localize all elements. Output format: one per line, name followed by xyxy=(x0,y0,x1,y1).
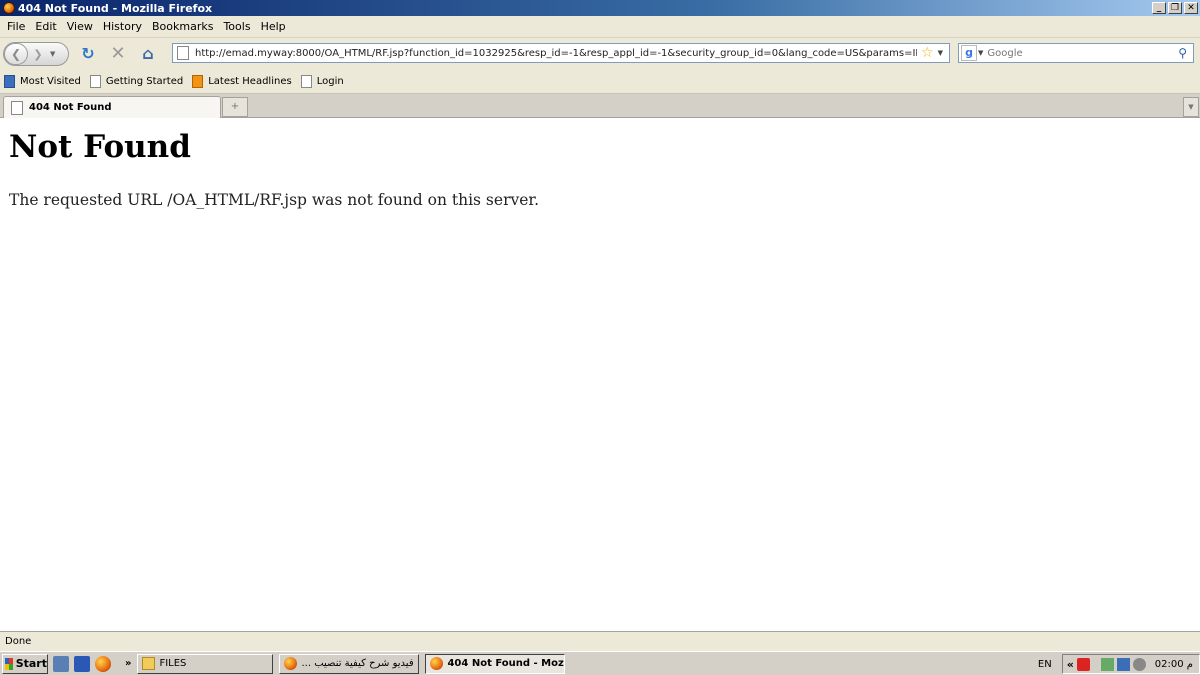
volume-tray-icon[interactable] xyxy=(1132,657,1146,671)
tab-label: 404 Not Found xyxy=(29,102,112,113)
notification-area: « 02:00 م xyxy=(1061,654,1200,674)
menu-help[interactable]: Help xyxy=(258,20,293,33)
reload-icon[interactable]: ↻ xyxy=(77,43,99,65)
most-visited-icon xyxy=(4,75,15,88)
google-engine-icon[interactable]: g xyxy=(961,45,977,61)
navigation-toolbar: ❮ ❯ ▼ ↻ ✕ ⌂ http://emad.myway:8000/OA_HT… xyxy=(0,38,1200,70)
rss-feed-icon xyxy=(192,75,204,88)
network-tray-icon[interactable] xyxy=(1116,657,1130,671)
page-icon xyxy=(89,75,101,88)
new-tab-button[interactable]: + xyxy=(222,97,248,117)
back-forward-group: ❮ ❯ ▼ xyxy=(3,42,69,66)
firefox-icon xyxy=(284,657,298,670)
quicklaunch-chevron-icon[interactable]: » xyxy=(125,658,131,669)
clock[interactable]: 02:00 م xyxy=(1155,659,1193,670)
menu-file[interactable]: File xyxy=(4,20,32,33)
bookmark-label: Login xyxy=(316,76,344,87)
firefox-icon xyxy=(430,657,444,670)
search-bar[interactable]: g ▼ ⚲ xyxy=(958,43,1194,63)
taskbar: Start » FILES ... فيديو شرح كيفية تنصيب … xyxy=(0,651,1200,675)
folder-icon xyxy=(142,657,156,670)
forward-button[interactable]: ❯ xyxy=(28,48,48,61)
firefox-quicklaunch-icon[interactable] xyxy=(95,655,111,672)
window-title-bar: 404 Not Found - Mozilla Firefox _ ❐ ✕ xyxy=(0,0,1200,16)
battery-tray-icon[interactable] xyxy=(1100,657,1114,671)
menu-bookmarks[interactable]: Bookmarks xyxy=(149,20,220,33)
task-label: FILES xyxy=(159,658,187,669)
system-tray: EN « 02:00 م xyxy=(1038,654,1200,674)
firefox-icon xyxy=(3,2,15,14)
task-label: ... فيديو شرح كيفية تنصيب xyxy=(301,658,414,669)
menu-bar: File Edit View History Bookmarks Tools H… xyxy=(0,16,1200,38)
stop-icon[interactable]: ✕ xyxy=(107,43,129,65)
bookmark-getting-started[interactable]: Getting Started xyxy=(89,75,184,88)
menu-history[interactable]: History xyxy=(100,20,149,33)
desktop-quicklaunch-icon[interactable] xyxy=(74,655,90,672)
bookmarks-toolbar: Most Visited Getting Started Latest Head… xyxy=(0,70,1200,94)
bookmark-most-visited[interactable]: Most Visited xyxy=(4,75,81,88)
search-input[interactable] xyxy=(987,47,1179,59)
restore-button[interactable]: ❐ xyxy=(1168,2,1182,14)
task-label: 404 Not Found - Mozill... xyxy=(447,658,566,669)
bookmark-star-icon[interactable]: ☆ xyxy=(921,45,934,61)
network-quicklaunch-icon[interactable] xyxy=(53,655,69,672)
url-dropdown-icon[interactable]: ▼ xyxy=(938,49,943,57)
windows-logo-icon xyxy=(5,657,13,670)
window-controls: _ ❐ ✕ xyxy=(1152,2,1198,14)
tab-bar: 404 Not Found + ▼ xyxy=(0,94,1200,118)
task-files[interactable]: FILES xyxy=(137,653,274,674)
url-text[interactable]: http://emad.myway:8000/OA_HTML/RF.jsp?fu… xyxy=(195,48,917,59)
page-heading: Not Found xyxy=(9,129,191,165)
task-arabic-video[interactable]: ... فيديو شرح كيفية تنصيب xyxy=(279,653,420,674)
bookmark-login[interactable]: Login xyxy=(300,75,344,88)
menu-tools[interactable]: Tools xyxy=(220,20,257,33)
status-text: Done xyxy=(5,636,32,647)
start-button[interactable]: Start xyxy=(2,653,48,674)
start-label: Start xyxy=(15,657,47,670)
search-icon[interactable]: ⚲ xyxy=(1178,46,1187,60)
language-indicator[interactable]: EN xyxy=(1038,659,1052,670)
status-bar: Done xyxy=(0,631,1200,651)
error-message: The requested URL /OA_HTML/RF.jsp was no… xyxy=(9,191,540,209)
page-icon xyxy=(300,75,312,88)
window-title: 404 Not Found - Mozilla Firefox xyxy=(18,1,213,15)
close-button[interactable]: ✕ xyxy=(1184,2,1198,14)
back-button[interactable]: ❮ xyxy=(4,43,28,65)
search-engine-dropdown-icon[interactable]: ▼ xyxy=(978,49,983,57)
menu-view[interactable]: View xyxy=(64,20,100,33)
history-dropdown-icon[interactable]: ▼ xyxy=(50,50,55,58)
tab-list-dropdown-icon[interactable]: ▼ xyxy=(1183,97,1199,117)
tray-expand-chevron[interactable]: « xyxy=(1067,658,1074,671)
bookmark-label: Most Visited xyxy=(20,76,81,87)
url-bar[interactable]: http://emad.myway:8000/OA_HTML/RF.jsp?fu… xyxy=(172,43,950,63)
antivirus-tray-icon[interactable] xyxy=(1076,657,1090,671)
menu-edit[interactable]: Edit xyxy=(32,20,63,33)
bookmark-latest-headlines[interactable]: Latest Headlines xyxy=(192,75,292,88)
home-icon[interactable]: ⌂ xyxy=(137,43,159,65)
tab-404-not-found[interactable]: 404 Not Found xyxy=(3,96,221,118)
page-icon xyxy=(11,100,23,115)
bookmark-label: Latest Headlines xyxy=(208,76,292,87)
bookmark-label: Getting Started xyxy=(105,76,184,87)
page-content: Not Found The requested URL /OA_HTML/RF.… xyxy=(0,119,1200,630)
minimize-button[interactable]: _ xyxy=(1152,2,1166,14)
task-firefox-404[interactable]: 404 Not Found - Mozill... xyxy=(425,653,566,674)
page-icon xyxy=(177,46,189,60)
